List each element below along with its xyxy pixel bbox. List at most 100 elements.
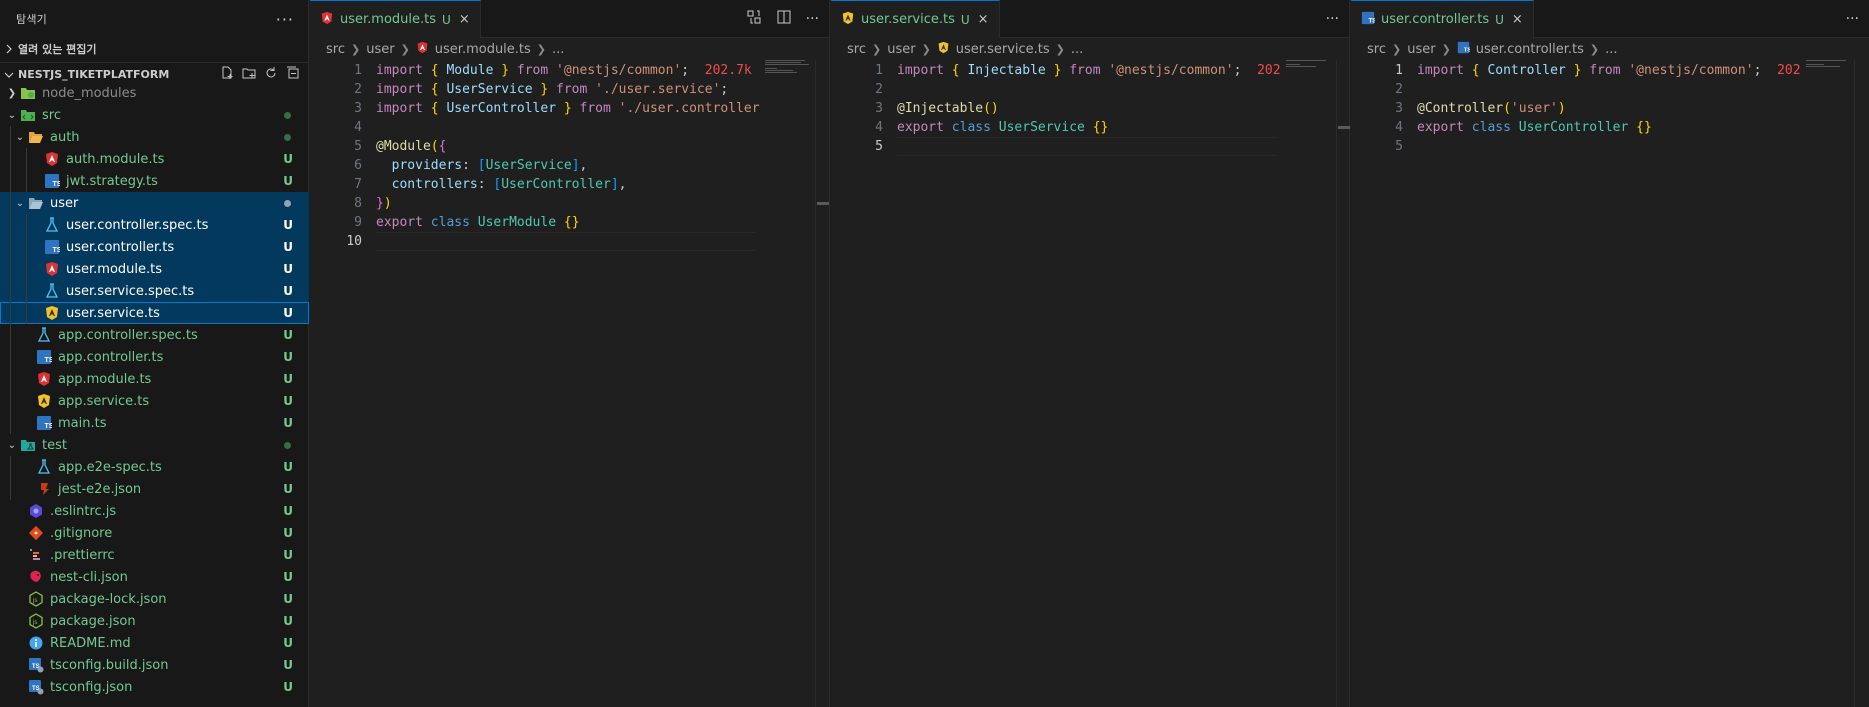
git-badge: U <box>283 152 293 166</box>
breadcrumb-item[interactable]: ... <box>1605 42 1617 57</box>
tree-item-src[interactable]: ⌄ src <box>0 104 309 126</box>
tree-item-tsconfig[interactable]: TS tsconfig.json U <box>0 676 309 698</box>
close-icon[interactable]: × <box>978 12 989 27</box>
modified-dot <box>284 199 291 207</box>
collapse-all-icon[interactable] <box>286 66 300 84</box>
new-folder-icon[interactable] <box>242 66 256 84</box>
angular-icon <box>320 11 334 29</box>
tree-label: .eslintrc.js <box>50 503 117 519</box>
tree-label: .prettierrc <box>50 547 115 563</box>
breadcrumb-item[interactable]: src <box>1367 42 1386 57</box>
angular-service-icon <box>44 305 60 321</box>
jest-icon <box>36 481 52 497</box>
minimap[interactable] <box>765 60 815 74</box>
tab-label: user.controller.ts <box>1381 12 1490 27</box>
breadcrumb-item[interactable]: user.controller.ts <box>1476 42 1584 57</box>
tree-item-package[interactable]: js package.json U <box>0 610 309 632</box>
tab-user-controller[interactable]: TS user.controller.ts U × <box>1351 0 1534 38</box>
chevron-right-icon: ❯ <box>921 42 931 56</box>
tab-user-module[interactable]: user.module.ts U × <box>310 0 481 38</box>
breadcrumb-item[interactable]: user <box>887 42 915 57</box>
minimap[interactable] <box>1806 60 1856 74</box>
tree-item-auth[interactable]: ⌄ auth <box>0 126 309 148</box>
typescript-icon: TS <box>44 239 60 255</box>
close-icon[interactable]: × <box>459 12 470 27</box>
tree-item-user-service[interactable]: user.service.ts U <box>0 302 309 324</box>
tree-item-user-controller[interactable]: TS user.controller.ts U <box>0 236 309 258</box>
chevron-right-icon: ❯ <box>400 42 410 56</box>
tree-item-app-module[interactable]: app.module.ts U <box>0 368 309 390</box>
code-line: 2 <box>875 82 883 97</box>
tree-item-auth-module[interactable]: auth.module.ts U <box>0 148 309 170</box>
breadcrumb-item[interactable]: src <box>326 42 345 57</box>
breadcrumb-item[interactable]: user <box>1407 42 1435 57</box>
vertical-scrollbar[interactable] <box>1336 60 1350 707</box>
angular-icon <box>416 41 429 58</box>
code-editor[interactable]: 1 import { Module } from '@nestjs/common'… <box>310 61 829 251</box>
tree-item-user-module[interactable]: user.module.ts U <box>0 258 309 280</box>
tree-item-jwt-strategy[interactable]: TS jwt.strategy.ts U <box>0 170 309 192</box>
tree-label: package.json <box>50 613 136 629</box>
code-editor[interactable]: 1 import { Injectable } from '@nestjs/com… <box>831 61 1349 156</box>
more-actions-icon[interactable]: ··· <box>806 11 819 27</box>
git-badge: U <box>283 548 293 562</box>
chevron-right-icon: ❯ <box>871 42 882 56</box>
tree-item-main[interactable]: TS main.ts U <box>0 412 309 434</box>
tab-user-service[interactable]: user.service.ts U × <box>831 0 1000 38</box>
new-file-icon[interactable] <box>220 66 234 84</box>
refresh-icon[interactable] <box>264 66 278 84</box>
tree-label: app.module.ts <box>58 371 152 387</box>
breadcrumb-item[interactable]: ... <box>552 42 564 57</box>
breadcrumb-item[interactable]: src <box>847 42 866 57</box>
nodejs-icon: js <box>28 613 44 629</box>
code-line: 7 controllers: [UserController], <box>354 177 627 192</box>
tree-label: app.controller.ts <box>58 349 164 365</box>
more-actions-icon[interactable]: ··· <box>1846 11 1859 27</box>
tree-label: user.module.ts <box>66 261 163 277</box>
code-line: 4 export class UserService {} <box>875 120 1109 135</box>
tree-item-prettierrc[interactable]: .prettierrc U <box>0 544 309 566</box>
tab-badge: U <box>442 12 451 27</box>
tree-item-jest-e2e[interactable]: jest-e2e.json U <box>0 478 309 500</box>
tree-label: test <box>42 437 67 453</box>
tree-item-node-modules[interactable]: ❯ node_modules <box>0 82 309 104</box>
breadcrumb-item[interactable]: user.module.ts <box>435 42 531 57</box>
test-flask-icon <box>44 217 60 233</box>
git-badge: U <box>283 592 293 606</box>
breadcrumb-item[interactable]: user.service.ts <box>956 42 1050 57</box>
tree-item-app-controller[interactable]: TS app.controller.ts U <box>0 346 309 368</box>
tsconfig-icon: TS <box>28 679 44 695</box>
breadcrumb-item[interactable]: user <box>366 42 394 57</box>
open-editors-section[interactable]: 열려 있는 편집기 <box>0 38 308 60</box>
vertical-scrollbar[interactable] <box>1854 60 1868 707</box>
svg-text:TS: TS <box>45 357 53 364</box>
tab-bar: TS user.controller.ts U × ··· <box>1351 0 1869 38</box>
tree-item-app-e2e-spec[interactable]: app.e2e-spec.ts U <box>0 456 309 478</box>
tree-item-app-service[interactable]: app.service.ts U <box>0 390 309 412</box>
tree-item-user-controller-spec[interactable]: user.controller.spec.ts U <box>0 214 309 236</box>
minimap[interactable] <box>1286 60 1336 74</box>
tree-item-eslintrc[interactable]: .eslintrc.js U <box>0 500 309 522</box>
more-actions-icon[interactable]: ··· <box>1326 11 1339 27</box>
tab-badge: U <box>1495 12 1504 27</box>
tree-item-gitignore[interactable]: .gitignore U <box>0 522 309 544</box>
tree-label: jest-e2e.json <box>58 481 142 497</box>
tree-item-user[interactable]: ⌄ user <box>0 192 309 214</box>
compare-changes-icon[interactable] <box>746 9 762 29</box>
tree-item-readme[interactable]: README.md U <box>0 632 309 654</box>
code-editor[interactable]: 1 import { Controller } from '@nestjs/com… <box>1351 61 1869 156</box>
tree-item-package-lock[interactable]: js package-lock.json U <box>0 588 309 610</box>
explorer-more-icon[interactable]: ··· <box>276 10 294 29</box>
breadcrumb-item[interactable]: ... <box>1071 42 1083 57</box>
chevron-right-icon: ❯ <box>350 42 361 56</box>
split-editor-icon[interactable] <box>776 9 792 29</box>
tree-item-nest-cli[interactable]: nest-cli.json U <box>0 566 309 588</box>
close-icon[interactable]: × <box>1512 12 1523 27</box>
vertical-scrollbar[interactable] <box>815 60 829 707</box>
tree-item-test[interactable]: ⌄ test <box>0 434 309 456</box>
svg-text:TS: TS <box>53 247 61 254</box>
tree-item-app-controller-spec[interactable]: app.controller.spec.ts U <box>0 324 309 346</box>
tree-item-tsconfig-build[interactable]: TS tsconfig.build.json U <box>0 654 309 676</box>
tree-item-user-service-spec[interactable]: user.service.spec.ts U <box>0 280 309 302</box>
code-line: 5 <box>1395 139 1403 154</box>
